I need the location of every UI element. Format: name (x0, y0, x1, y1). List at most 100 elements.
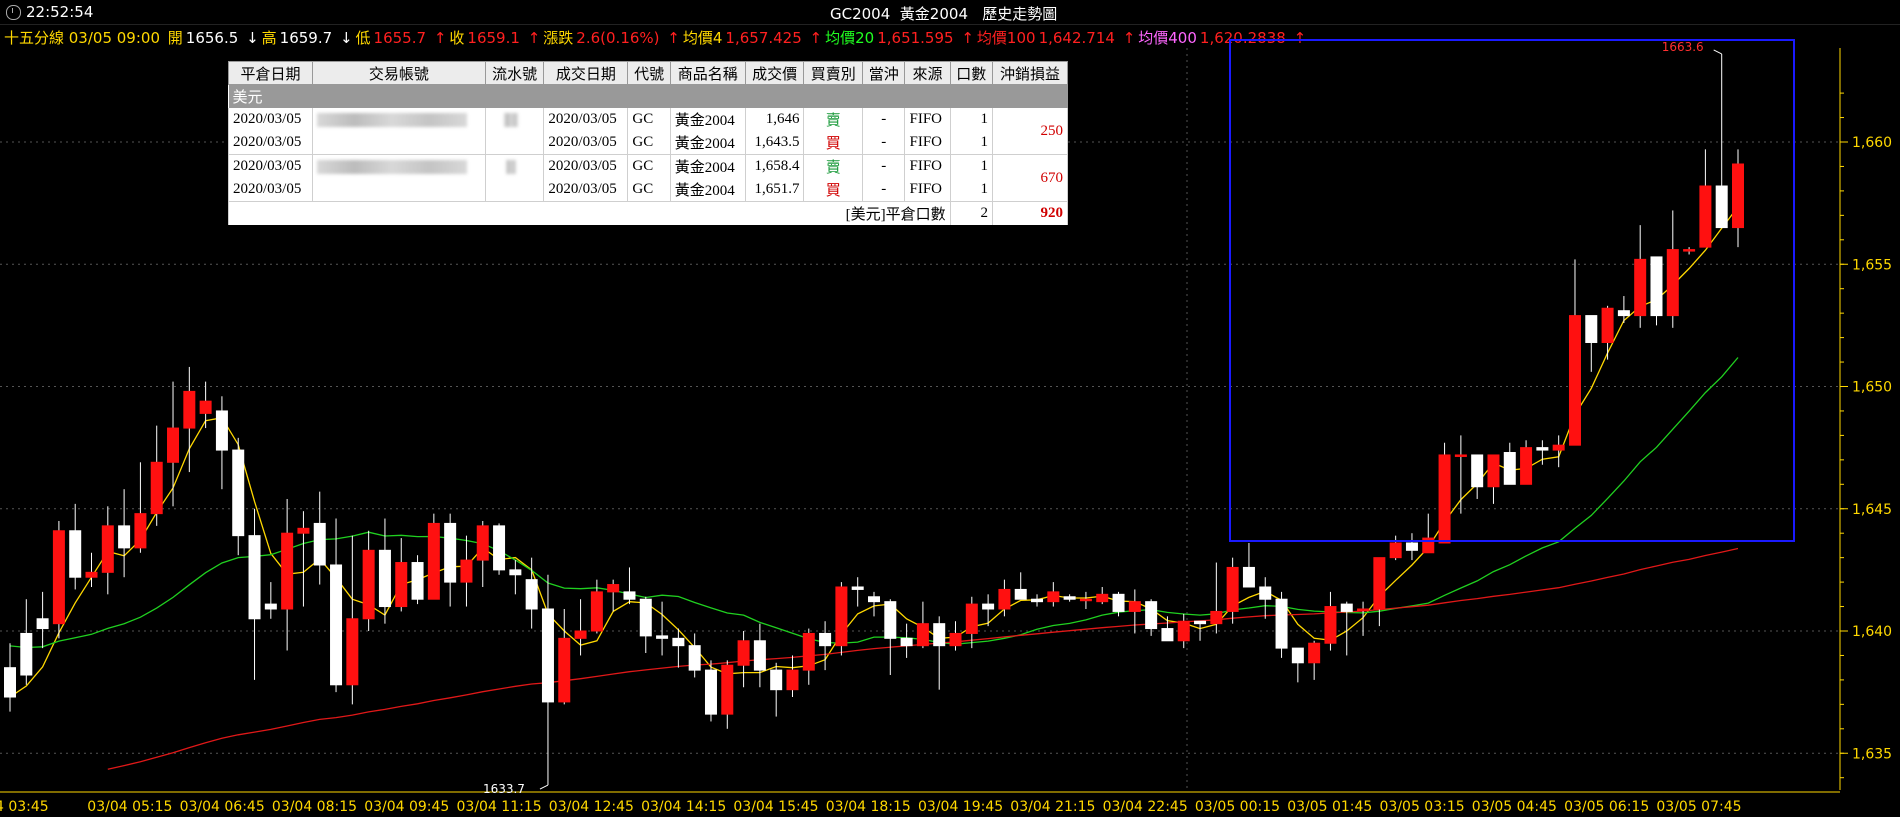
candle-body (1177, 620, 1190, 642)
trade-date: 2020/03/05 (543, 131, 629, 155)
x-tick-label: 03/05 07:45 (1656, 799, 1741, 815)
x-tick-label: 4 03:45 (0, 799, 49, 815)
candle-body (69, 530, 82, 578)
x-tick-label: 03/04 19:45 (918, 799, 1003, 815)
candle-body (884, 601, 897, 639)
price: 1,646 (744, 108, 805, 131)
candle-body (1405, 542, 1418, 551)
candle-body (264, 603, 277, 610)
y-tick-label: 1,660 (1852, 135, 1892, 151)
daytrade: - (862, 108, 906, 131)
high-pointer (1713, 49, 1722, 55)
column-header[interactable]: 沖銷損益 (991, 61, 1069, 85)
x-tick-label: 03/04 12:45 (549, 799, 634, 815)
candle-body (965, 603, 978, 634)
candle-body (1242, 566, 1255, 588)
candle-body (851, 586, 864, 590)
column-header[interactable]: 當沖 (862, 61, 906, 85)
y-tick-label: 1,635 (1852, 746, 1892, 762)
candle-body (1568, 315, 1581, 446)
candle-body (1438, 454, 1451, 544)
column-header[interactable]: 買賣別 (803, 61, 864, 85)
candle-body (574, 630, 587, 639)
candle-body (1389, 542, 1402, 559)
candle-body (1487, 454, 1500, 488)
currency-group-row[interactable]: 美元 (228, 84, 1068, 108)
candle-body (623, 591, 636, 600)
candle-body (199, 400, 212, 414)
candle-body (1650, 256, 1663, 317)
candle-body (590, 591, 603, 632)
candle-body (150, 461, 163, 515)
candle-body (1063, 596, 1076, 600)
qty: 1 (949, 154, 993, 178)
source: FIFO (904, 131, 951, 155)
candle-body (688, 645, 701, 671)
daytrade: - (862, 154, 906, 178)
code: GC (627, 178, 671, 202)
candle-body (753, 640, 766, 671)
candle-body (900, 637, 913, 647)
currency-group-label: 美元 (228, 84, 1068, 108)
candle-body (460, 559, 473, 583)
candle-body (281, 532, 294, 610)
candle-body (656, 635, 669, 639)
column-header[interactable]: 來源 (904, 61, 951, 85)
candle-body (378, 549, 391, 608)
product-name: 黃金2004 (669, 154, 746, 178)
candle-body (916, 623, 929, 647)
candle-body (1471, 454, 1484, 488)
candle-body (1275, 598, 1288, 649)
candle-body (835, 586, 848, 647)
column-header[interactable]: 商品名稱 (669, 61, 746, 85)
side: 買 (803, 131, 864, 155)
candle-body (4, 667, 16, 698)
product-name: 黃金2004 (669, 178, 746, 202)
candle-body (1031, 598, 1044, 603)
candle-body (1503, 452, 1516, 485)
column-header[interactable]: 成交日期 (543, 61, 629, 85)
side: 賣 (803, 154, 864, 178)
side: 買 (803, 178, 864, 202)
candle-body (1161, 628, 1174, 642)
candle-body (1699, 185, 1712, 248)
candle-body (541, 608, 554, 703)
source: FIFO (904, 154, 951, 178)
table-row[interactable]: 2020/03/05 2020/03/05 GC 黃金2004 1,643.5 … (227, 131, 1068, 155)
column-header[interactable]: 交易帳號 (312, 61, 486, 85)
candle-body (998, 588, 1011, 610)
candle-body (101, 525, 114, 573)
candle-body (427, 522, 440, 600)
product-name: 黃金2004 (669, 131, 746, 155)
column-header[interactable]: 成交價 (744, 61, 805, 85)
candle-body (558, 637, 571, 703)
candle-body (248, 535, 261, 620)
candle-body (1210, 610, 1223, 625)
candle-body (1226, 566, 1239, 612)
table-row[interactable]: 2020/03/05 2020/03/05 GC 黃金2004 1,646 賣 … (227, 108, 1069, 155)
candle-body (1324, 606, 1337, 644)
table-row[interactable]: 2020/03/05 2020/03/05 GC 黃金2004 1,651.7 … (227, 178, 1068, 202)
x-tick-label: 03/04 09:45 (364, 799, 449, 815)
column-header[interactable]: 口數 (949, 61, 993, 85)
source: FIFO (904, 108, 951, 131)
candle-body (411, 562, 424, 600)
table-row[interactable]: 2020/03/05 2020/03/05 GC 黃金2004 1,658.4 … (227, 154, 1069, 202)
serial-cell (484, 131, 545, 155)
candle-body (1601, 307, 1614, 343)
candle-body (949, 632, 962, 647)
candle-body (215, 410, 228, 451)
price: 1,651.7 (744, 178, 805, 202)
x-tick-label: 03/05 04:45 (1472, 799, 1557, 815)
y-tick-label: 1,645 (1852, 502, 1892, 518)
column-header[interactable]: 平倉日期 (227, 61, 314, 85)
pnl-cell: 250 (991, 108, 1069, 155)
candle-body (183, 390, 196, 429)
x-tick-label: 03/05 06:15 (1564, 799, 1649, 815)
candle-body (672, 637, 685, 647)
trade-date: 2020/03/05 (543, 178, 629, 202)
x-tick-label: 03/04 06:45 (180, 799, 265, 815)
x-tick-label: 03/05 00:15 (1195, 799, 1280, 815)
column-header[interactable]: 流水號 (484, 61, 545, 85)
column-header[interactable]: 代號 (627, 61, 671, 85)
